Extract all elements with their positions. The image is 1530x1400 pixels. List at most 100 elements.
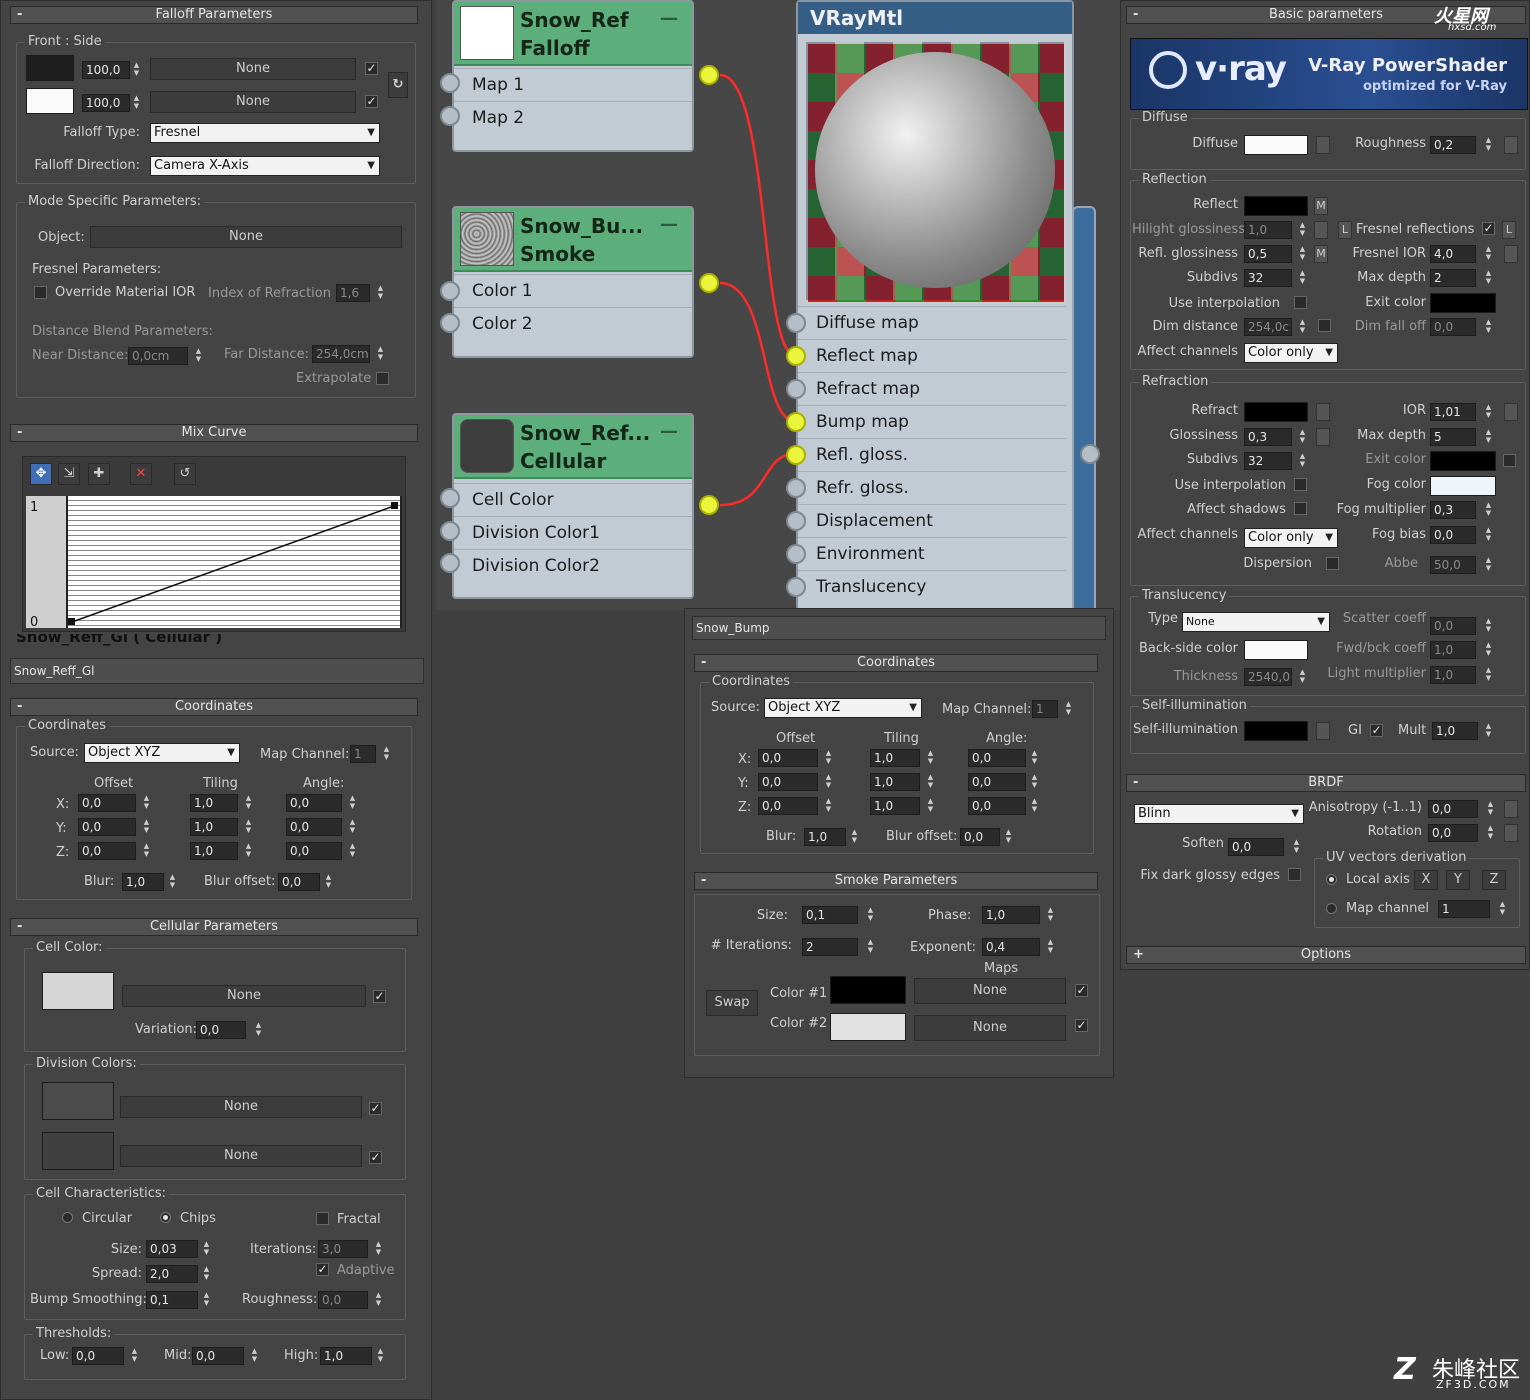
bump-offset-x-spinner[interactable]: ▲ ▼: [824, 749, 833, 767]
refr-exit-color-checkbox[interactable]: [1503, 454, 1516, 467]
node-cellular[interactable]: Snow_Ref... Cellular — Cell Color Divisi…: [452, 413, 694, 599]
roughness-spinner[interactable]: ▲ ▼: [1484, 136, 1493, 154]
variation-spinner[interactable]: ▲ ▼: [254, 1021, 263, 1039]
max-depth-spinner[interactable]: ▲ ▼: [1484, 269, 1493, 287]
bump-map-channel-spinner[interactable]: ▲ ▼: [1064, 700, 1073, 718]
affect-channels-dropdown[interactable]: Color only ▼: [1244, 343, 1338, 363]
offset-z-spinner[interactable]: ▲ ▼: [142, 842, 151, 860]
thickness-field[interactable]: 2540,0: [1244, 668, 1292, 686]
bump-blur-spinner[interactable]: ▲ ▼: [850, 828, 859, 846]
axis-y-button[interactable]: Y: [1446, 870, 1470, 890]
cell-color-map-toggle[interactable]: ✓: [373, 990, 386, 1003]
hilight-lock-button[interactable]: L: [1338, 221, 1352, 239]
reflect-color-swatch[interactable]: [1244, 196, 1308, 216]
division-color1-map-button[interactable]: None: [120, 1096, 362, 1118]
socket-division-color2-input[interactable]: [440, 553, 460, 573]
smoke-size-spinner[interactable]: ▲ ▼: [866, 906, 875, 924]
ior-map-button[interactable]: [1504, 403, 1518, 421]
socket-cellular-output[interactable]: [699, 495, 719, 515]
bump-offset-y-field[interactable]: 0,0: [758, 773, 818, 791]
high-spinner[interactable]: ▲ ▼: [376, 1347, 385, 1365]
hilight-glossiness-field[interactable]: 1,0: [1244, 221, 1292, 239]
blur-spinner[interactable]: ▲ ▼: [168, 873, 177, 891]
socket-reflect-input[interactable]: [786, 346, 806, 366]
smoke-phase-spinner[interactable]: ▲ ▼: [1046, 906, 1055, 924]
blur-field[interactable]: 1,0: [122, 873, 164, 891]
node-smoke[interactable]: Snow_Bu... Smoke — Color 1 Color 2: [452, 206, 694, 358]
bump-offset-z-spinner[interactable]: ▲ ▼: [824, 797, 833, 815]
smoke-iterations-spinner[interactable]: ▲ ▼: [866, 938, 875, 956]
slot-bump-map[interactable]: Bump map: [798, 405, 1066, 437]
offset-x-field[interactable]: 0,0: [78, 794, 136, 812]
dispersion-checkbox[interactable]: [1326, 557, 1339, 570]
bump-offset-x-field[interactable]: 0,0: [758, 749, 818, 767]
refract-color-swatch[interactable]: [1244, 402, 1308, 422]
division-color2-toggle[interactable]: ✓: [369, 1151, 382, 1164]
tiling-z-field[interactable]: 1,0: [190, 842, 238, 860]
cell-color-map-button[interactable]: None: [122, 985, 366, 1007]
map-channel-radio[interactable]: [1326, 903, 1337, 914]
slot-color2[interactable]: Color 2: [454, 307, 692, 339]
fractal-checkbox[interactable]: [316, 1212, 329, 1225]
brdf-type-dropdown[interactable]: Blinn ▼: [1134, 804, 1304, 824]
node-header[interactable]: VRayMtl: [798, 2, 1072, 34]
axis-z-button[interactable]: Z: [1482, 870, 1506, 890]
fog-multiplier-spinner[interactable]: ▲ ▼: [1484, 501, 1493, 519]
refr-affect-channels-dropdown[interactable]: Color only ▼: [1244, 528, 1338, 548]
socket-color2-input[interactable]: [440, 313, 460, 333]
roughness-spinner[interactable]: ▲ ▼: [374, 1291, 383, 1309]
smoke-swap-button[interactable]: Swap: [706, 990, 758, 1016]
roughness-field[interactable]: 0,2: [1430, 136, 1476, 154]
slot-diffuse-map[interactable]: Diffuse map: [798, 306, 1066, 338]
source-dropdown[interactable]: Object XYZ ▼: [84, 743, 240, 763]
brdf-rollout[interactable]: - BRDF: [1126, 774, 1526, 792]
offset-x-spinner[interactable]: ▲ ▼: [142, 794, 151, 812]
options-rollout[interactable]: + Options: [1126, 946, 1526, 964]
rotation-field[interactable]: 0,0: [1428, 824, 1478, 842]
collapse-icon[interactable]: —: [660, 214, 678, 235]
slot-cell-color[interactable]: Cell Color: [454, 483, 692, 515]
bump-angle-z-field[interactable]: 0,0: [968, 797, 1026, 815]
cell-color-swatch[interactable]: [42, 972, 114, 1010]
hilight-glossiness-spinner[interactable]: ▲ ▼: [1298, 221, 1307, 239]
max-depth-field[interactable]: 2: [1430, 269, 1476, 287]
angle-y-field[interactable]: 0,0: [286, 818, 342, 836]
dim-falloff-spinner[interactable]: ▲ ▼: [1484, 318, 1493, 336]
node-header[interactable]: Snow_Ref... Cellular —: [454, 415, 692, 479]
refl-glossiness-spinner[interactable]: ▲ ▼: [1298, 245, 1307, 263]
iterations-field[interactable]: 3,0: [318, 1240, 368, 1258]
bump-coordinates-rollout[interactable]: - Coordinates: [694, 654, 1098, 672]
diffuse-color-swatch[interactable]: [1244, 135, 1308, 155]
size-field[interactable]: 0,03: [146, 1240, 198, 1258]
anisotropy-map-button[interactable]: [1504, 800, 1518, 818]
tiling-z-spinner[interactable]: ▲ ▼: [244, 842, 253, 860]
socket-environment-input[interactable]: [786, 544, 806, 564]
slot-map1[interactable]: Map 1: [454, 68, 692, 100]
abbe-field[interactable]: 50,0: [1430, 556, 1476, 574]
light-multiplier-spinner[interactable]: ▲ ▼: [1484, 666, 1493, 684]
angle-x-spinner[interactable]: ▲ ▼: [348, 794, 357, 812]
coordinates-rollout[interactable]: - Coordinates: [10, 698, 418, 716]
refract-map-button[interactable]: [1316, 403, 1330, 421]
refr-use-interpolation-checkbox[interactable]: [1294, 478, 1307, 491]
hilight-glossiness-map-button[interactable]: [1314, 221, 1328, 239]
slot-refr-gloss[interactable]: Refr. gloss.: [798, 471, 1066, 503]
offset-z-field[interactable]: 0,0: [78, 842, 136, 860]
socket-displacement-input[interactable]: [786, 511, 806, 531]
division-color2-swatch[interactable]: [42, 1132, 114, 1170]
smoke-color2-toggle[interactable]: ✓: [1075, 1019, 1088, 1032]
bump-offset-y-spinner[interactable]: ▲ ▼: [824, 773, 833, 791]
map-name-field[interactable]: Snow_Reff_Gl: [10, 658, 424, 684]
socket-falloff-output[interactable]: [699, 65, 719, 85]
fresnel-reflections-checkbox[interactable]: ✓: [1482, 222, 1495, 235]
map-channel-field[interactable]: 1: [1438, 900, 1490, 918]
roughness-map-button[interactable]: [1504, 136, 1518, 154]
fwd-bck-coeff-spinner[interactable]: ▲ ▼: [1484, 641, 1493, 659]
blur-offset-field[interactable]: 0,0: [278, 873, 320, 891]
node-falloff[interactable]: Snow_Ref Falloff — Map 1 Map 2: [452, 0, 694, 152]
smoke-phase-field[interactable]: 1,0: [982, 906, 1040, 924]
bump-tiling-x-spinner[interactable]: ▲ ▼: [926, 749, 935, 767]
smoke-color2-swatch[interactable]: [830, 1013, 906, 1041]
use-interpolation-checkbox[interactable]: [1294, 296, 1307, 309]
angle-x-field[interactable]: 0,0: [286, 794, 342, 812]
